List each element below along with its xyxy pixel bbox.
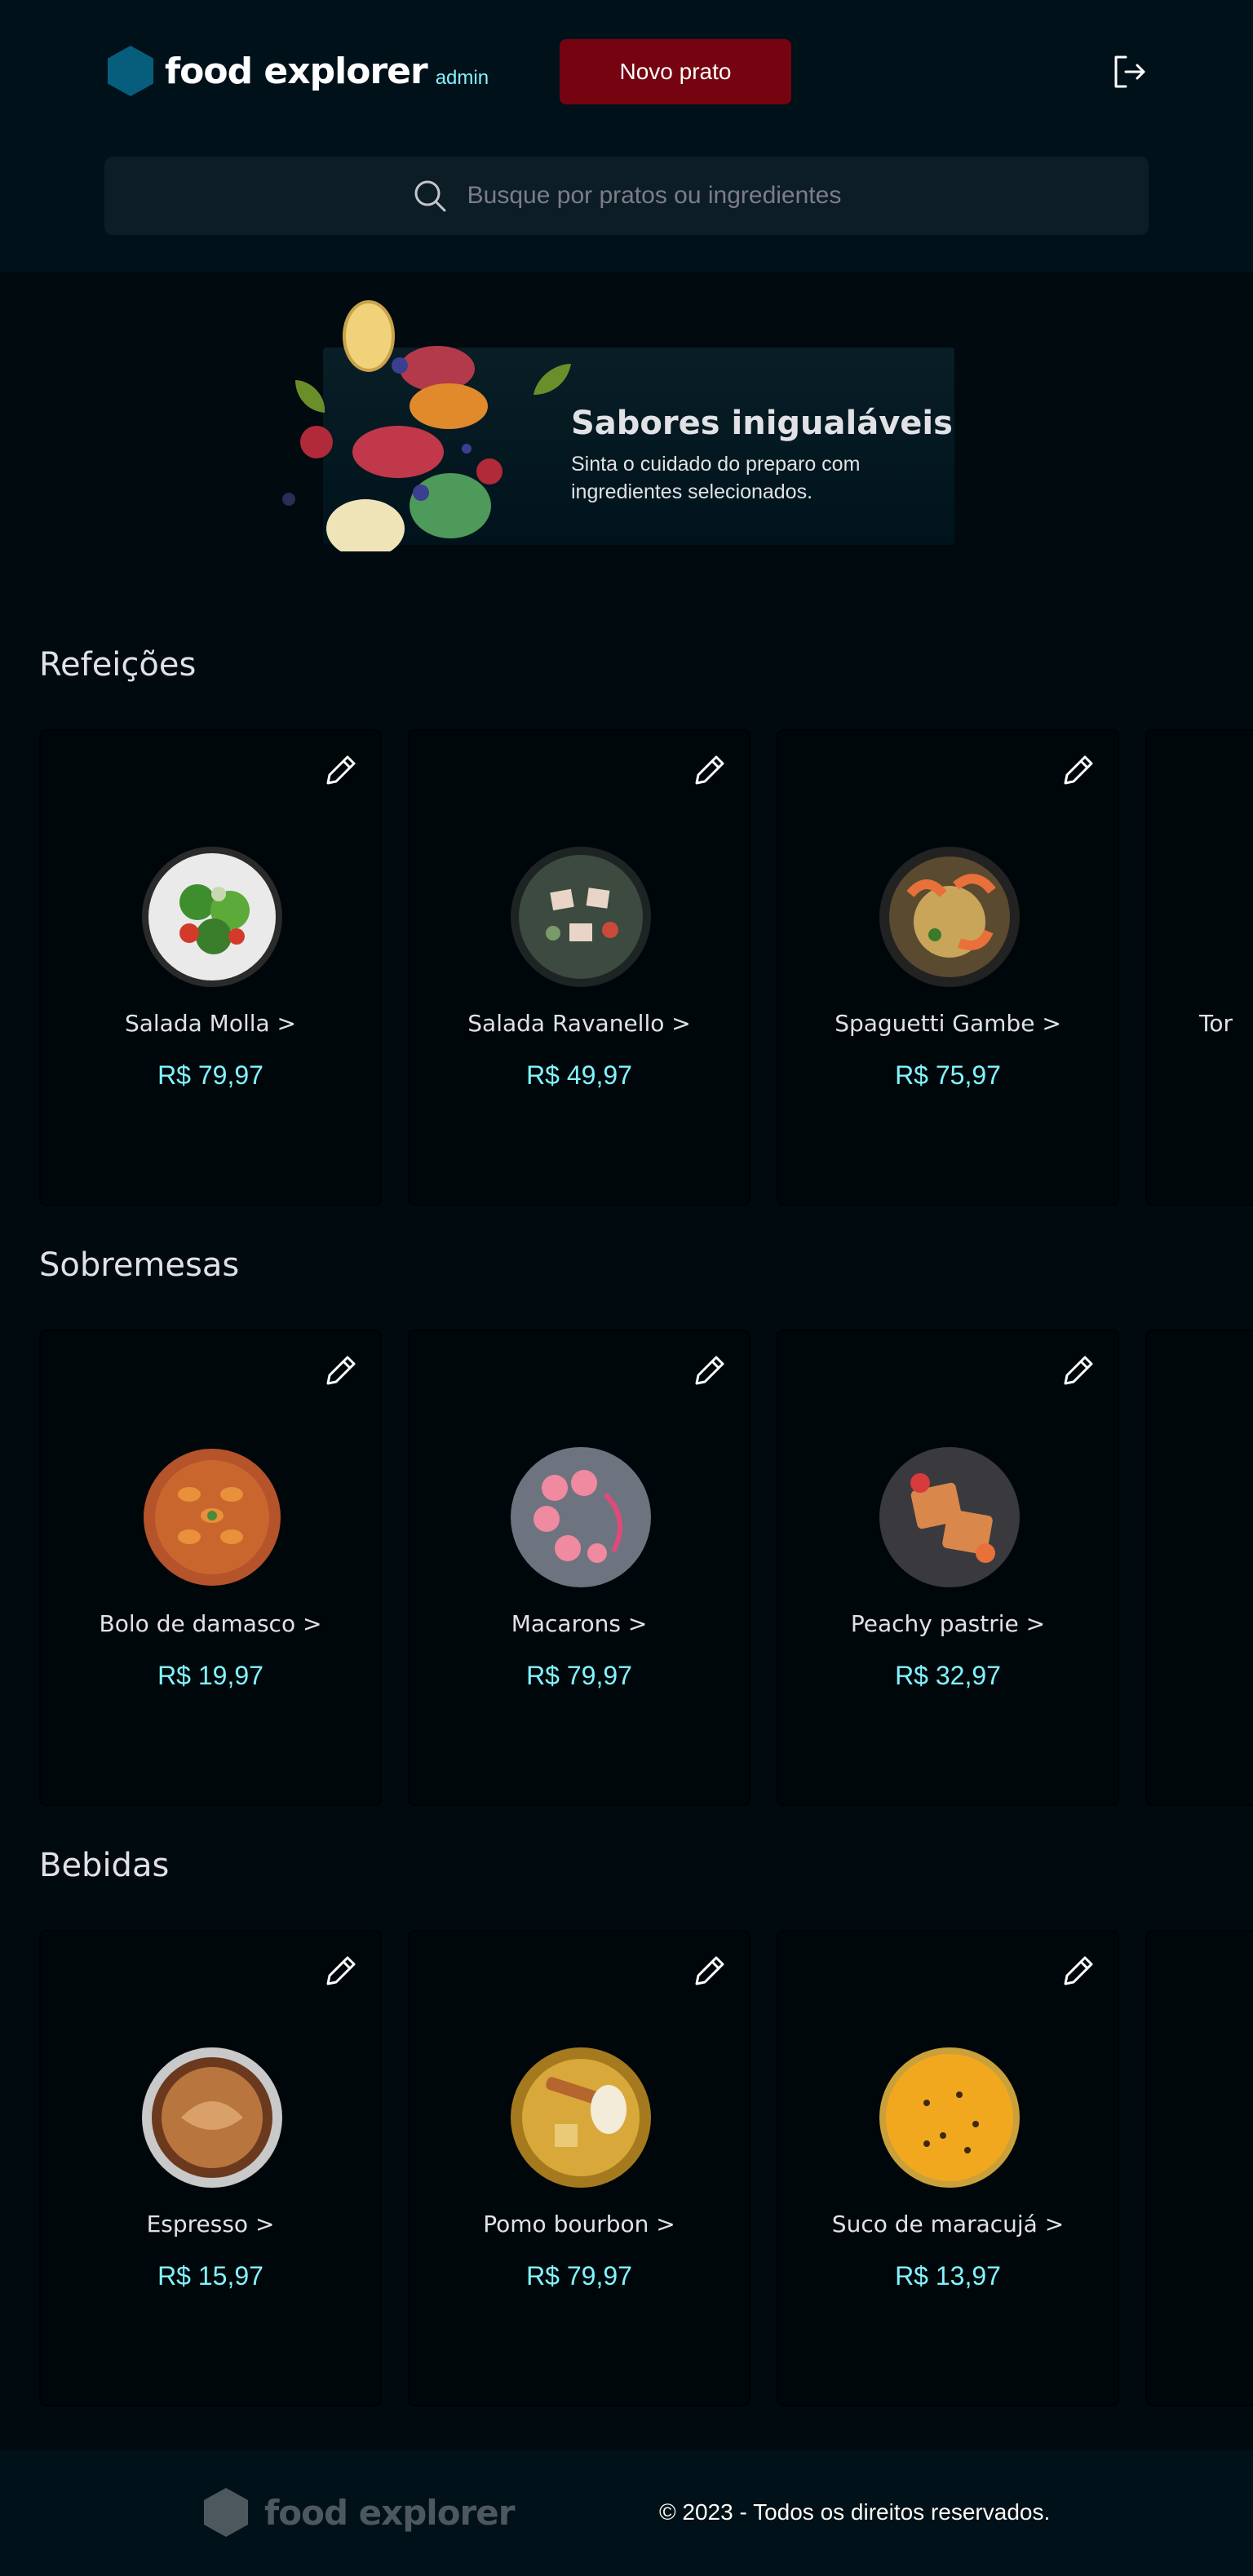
- dish-name[interactable]: Salada Molla >: [41, 1010, 380, 1037]
- section-title-drinks: Bebidas: [39, 1847, 170, 1884]
- dish-name[interactable]: Salada Ravanello >: [410, 1010, 749, 1037]
- pencil-edit-icon[interactable]: [692, 1953, 728, 1989]
- dish-card[interactable]: Salada Molla > R$ 79,97: [39, 729, 382, 1206]
- pencil-edit-icon[interactable]: [323, 1953, 359, 1989]
- search-bar[interactable]: Busque por pratos ou ingredientes: [104, 157, 1149, 235]
- pencil-edit-icon[interactable]: [1060, 752, 1096, 788]
- new-dish-button[interactable]: Novo prato: [560, 39, 791, 104]
- dish-name[interactable]: Tor: [1199, 1010, 1253, 1037]
- dish-price: R$ 79,97: [157, 1060, 263, 1090]
- section-title-meals: Refeições: [39, 646, 197, 684]
- search-input[interactable]: Busque por pratos ou ingredientes: [467, 182, 842, 210]
- dish-image-apricot-cake[interactable]: [140, 1445, 284, 1589]
- sign-out-icon[interactable]: [1109, 52, 1149, 91]
- pencil-edit-icon[interactable]: [1060, 1953, 1096, 1989]
- dish-image-salad-ravanello[interactable]: [509, 845, 653, 989]
- dish-image-pomo-bourbon[interactable]: [509, 2046, 653, 2189]
- dish-name[interactable]: Bolo de damasco >: [41, 1610, 380, 1637]
- brand-name: food explorer: [165, 50, 428, 92]
- dish-price: R$ 79,97: [526, 1661, 632, 1690]
- header: food explorer admin Novo prato Busque po…: [0, 0, 1253, 272]
- dish-card[interactable]: Salada Ravanello > R$ 49,97: [408, 729, 750, 1206]
- banner-title: Sabores inigualáveis: [571, 405, 953, 442]
- admin-badge: admin: [435, 67, 489, 89]
- dish-price: R$ 75,97: [895, 1060, 1001, 1090]
- dish-image-salad-molla[interactable]: [140, 845, 284, 989]
- dish-card-partial[interactable]: [1145, 1930, 1253, 2406]
- dish-image-spaghetti-shrimp[interactable]: [878, 845, 1021, 989]
- brand-logo[interactable]: food explorer admin: [108, 46, 489, 96]
- hexagon-logo-icon: [108, 46, 153, 96]
- pencil-edit-icon[interactable]: [323, 1352, 359, 1388]
- dish-price: R$ 19,97: [157, 1661, 263, 1690]
- dish-card-partial[interactable]: Tor: [1145, 729, 1253, 1206]
- search-icon: [414, 180, 446, 212]
- dish-card[interactable]: Espresso > R$ 15,97: [39, 1930, 382, 2406]
- dish-name[interactable]: Pomo bourbon >: [410, 2211, 749, 2237]
- dish-image-passion-fruit-juice[interactable]: [878, 2046, 1021, 2189]
- dish-card-partial[interactable]: [1145, 1330, 1253, 1806]
- dish-name[interactable]: Spaguetti Gambe >: [778, 1010, 1118, 1037]
- hexagon-logo-icon: [204, 2488, 248, 2537]
- dishes-carousel-drinks[interactable]: Espresso > R$ 15,97 Pomo bourbon > R$ 79…: [39, 1930, 1253, 2406]
- dish-price: R$ 79,97: [526, 2261, 632, 2291]
- macarons-illustration: [282, 300, 571, 551]
- section-title-desserts: Sobremesas: [39, 1246, 240, 1284]
- dishes-carousel-desserts[interactable]: Bolo de damasco > R$ 19,97 Macarons > R$…: [39, 1330, 1253, 1806]
- pencil-edit-icon[interactable]: [323, 752, 359, 788]
- dish-image-peach-pastry[interactable]: [878, 1445, 1021, 1589]
- dish-price: R$ 32,97: [895, 1661, 1001, 1690]
- pencil-edit-icon[interactable]: [692, 752, 728, 788]
- footer-brand-logo: food explorer: [204, 2488, 515, 2537]
- dish-card[interactable]: Peachy pastrie > R$ 32,97: [777, 1330, 1119, 1806]
- dishes-carousel-meals[interactable]: Salada Molla > R$ 79,97 Salada Ravanello…: [39, 729, 1253, 1206]
- footer: food explorer © 2023 - Todos os direitos…: [0, 2450, 1253, 2576]
- dish-card[interactable]: Macarons > R$ 79,97: [408, 1330, 750, 1806]
- footer-brand-name: food explorer: [264, 2492, 515, 2533]
- dish-card[interactable]: Bolo de damasco > R$ 19,97: [39, 1330, 382, 1806]
- dish-name[interactable]: Espresso >: [41, 2211, 380, 2237]
- dish-price: R$ 49,97: [526, 1060, 632, 1090]
- dish-price: R$ 15,97: [157, 2261, 263, 2291]
- dish-price: R$ 13,97: [895, 2261, 1001, 2291]
- banner-subtitle: Sinta o cuidado do preparo com ingredien…: [571, 453, 861, 503]
- dish-name[interactable]: Suco de maracujá >: [778, 2211, 1118, 2237]
- pencil-edit-icon[interactable]: [692, 1352, 728, 1388]
- dish-image-espresso[interactable]: [140, 2046, 284, 2189]
- dish-card[interactable]: Spaguetti Gambe > R$ 75,97: [777, 729, 1119, 1206]
- copyright-text: © 2023 - Todos os direitos reservados.: [659, 2499, 1051, 2525]
- dish-card[interactable]: Pomo bourbon > R$ 79,97: [408, 1930, 750, 2406]
- dish-name[interactable]: Macarons >: [410, 1610, 749, 1637]
- dish-name[interactable]: Peachy pastrie >: [778, 1610, 1118, 1637]
- dish-card[interactable]: Suco de maracujá > R$ 13,97: [777, 1930, 1119, 2406]
- dish-image-macarons[interactable]: [509, 1445, 653, 1589]
- pencil-edit-icon[interactable]: [1060, 1352, 1096, 1388]
